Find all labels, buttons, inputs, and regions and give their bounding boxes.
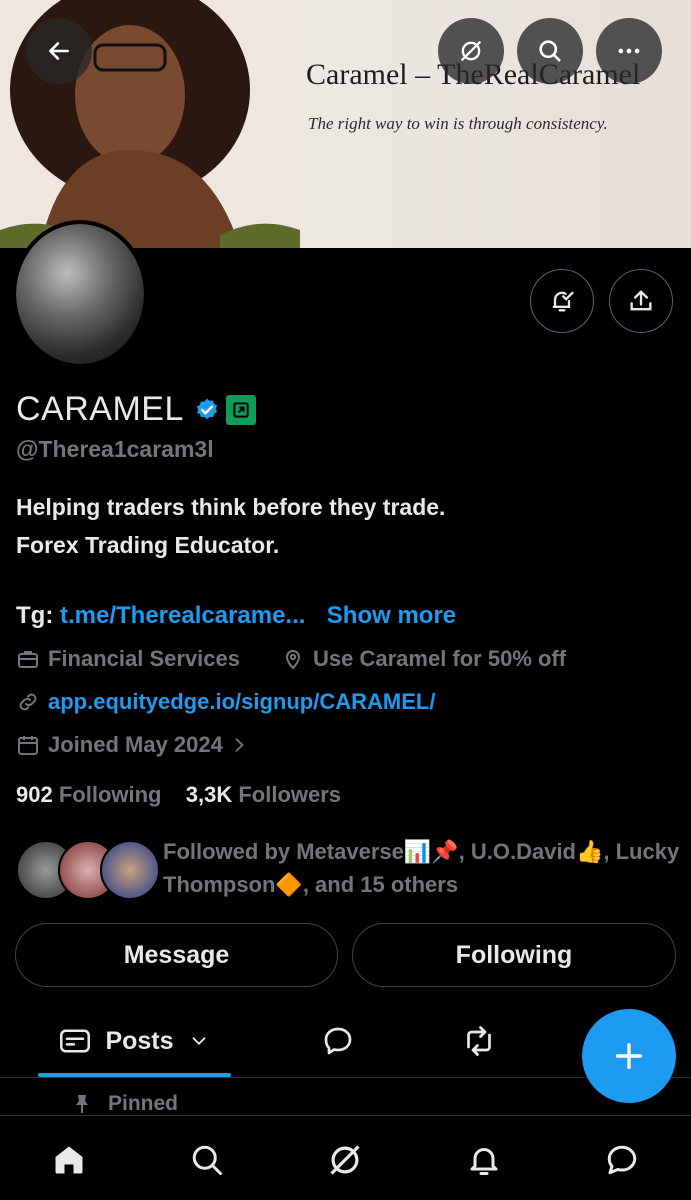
profile-avatar[interactable] (12, 220, 148, 368)
chevron-down-icon (192, 1037, 205, 1046)
link-icon (19, 693, 37, 711)
message-icon (607, 1145, 637, 1175)
nav-notifications[interactable] (464, 1140, 504, 1180)
grok-icon (460, 40, 482, 62)
followers-count-link[interactable]: 3,3K Followers (186, 782, 341, 807)
chevron-right-icon (235, 738, 244, 752)
location-text: Use Caramel for 50% off (313, 646, 567, 671)
compose-post-button[interactable] (582, 1009, 676, 1103)
followed-by-text[interactable]: Followed by Metaverse📊📌, U.O.David👍, Luc… (163, 835, 683, 901)
tg-label: Tg: (16, 602, 54, 629)
calendar-icon (18, 736, 38, 755)
verified-icon[interactable] (194, 397, 220, 423)
following-count-link[interactable]: 902 Following (16, 782, 168, 807)
banner-tagline: The right way to win is through consiste… (308, 114, 608, 133)
tab-posts[interactable]: Posts (38, 1005, 231, 1077)
website-link[interactable]: app.equityedge.io/signup/CARAMEL/ (48, 689, 435, 715)
profile-website[interactable]: app.equityedge.io/signup/CARAMEL/ (16, 689, 435, 715)
share-icon (630, 290, 652, 311)
nav-home[interactable] (49, 1140, 89, 1180)
bio-telegram-row: Tg: t.me/Therealcarame... Show more (16, 602, 456, 630)
message-button[interactable]: Message (15, 923, 338, 987)
tg-link[interactable]: t.me/Therealcarame... (60, 602, 305, 629)
nav-search[interactable] (187, 1140, 227, 1180)
search-icon (192, 1145, 222, 1175)
tab-reposts[interactable] (459, 1023, 499, 1064)
posts-icon (60, 1029, 91, 1053)
back-arrow-icon (49, 42, 69, 60)
grok-button[interactable] (438, 18, 504, 84)
tab-posts-label: Posts (105, 1026, 174, 1055)
location-icon (285, 650, 301, 670)
active-tab-indicator (38, 1073, 231, 1077)
notifications-toggle-button[interactable] (530, 269, 594, 333)
bell-icon (470, 1148, 498, 1175)
affiliate-badge[interactable] (225, 394, 256, 425)
joined-text: Joined May 2024 (48, 732, 223, 757)
following-button[interactable]: Following (352, 923, 676, 987)
profile-category: Financial Services (16, 646, 240, 672)
bio-line-2: Forex Trading Educator. (16, 532, 280, 558)
reply-icon (324, 1027, 352, 1055)
plus-icon (615, 1042, 643, 1070)
notify-check-icon (552, 291, 574, 312)
back-button[interactable] (26, 18, 92, 84)
mutual-followers-avatars[interactable] (16, 840, 160, 900)
home-icon (55, 1146, 83, 1174)
avatar-image (16, 224, 144, 364)
more-button[interactable] (596, 18, 662, 84)
followers-count: 3,3K (185, 782, 233, 807)
following-count: 902 (16, 782, 53, 807)
profile-joined[interactable]: Joined May 2024 (16, 732, 249, 758)
follow-counts: 902 Following 3,3K Followers (16, 782, 341, 808)
pinned-text: Pinned (108, 1092, 179, 1115)
display-name: CARAMEL (16, 390, 184, 428)
profile-location: Use Caramel for 50% off (281, 646, 566, 672)
briefcase-icon (18, 651, 38, 668)
more-icon (618, 48, 640, 54)
pin-icon (76, 1095, 88, 1113)
search-icon (539, 40, 561, 62)
search-button[interactable] (517, 18, 583, 84)
following-label: Following (58, 782, 162, 807)
grok-icon (330, 1145, 360, 1175)
category-text: Financial Services (48, 646, 240, 671)
pinned-label: Pinned (70, 1092, 178, 1116)
share-button[interactable] (609, 269, 673, 333)
nav-grok[interactable] (325, 1140, 365, 1180)
repost-icon (467, 1026, 491, 1056)
affiliate-icon (233, 401, 249, 418)
show-more-link[interactable]: Show more (327, 602, 456, 629)
avatar (100, 840, 160, 900)
tab-replies[interactable] (318, 1023, 358, 1064)
nav-messages[interactable] (602, 1140, 642, 1180)
profile-banner[interactable]: Caramel – TheRealCaramel The right way t… (0, 0, 691, 248)
followers-label: Followers (238, 782, 342, 807)
profile-handle: @Therea1caram3l (16, 436, 214, 462)
bottom-navigation (0, 1115, 691, 1200)
bio-line-1: Helping traders think before they trade. (16, 494, 446, 520)
name-row: CARAMEL (16, 390, 256, 429)
